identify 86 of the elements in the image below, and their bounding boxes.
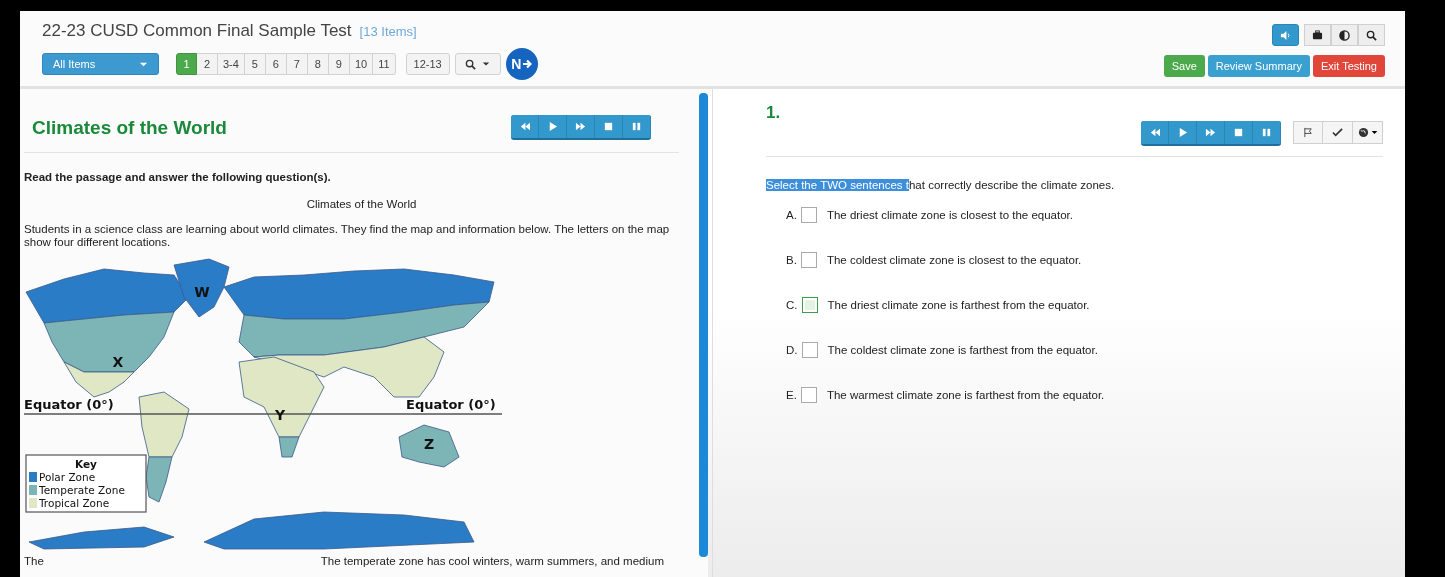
stop-button[interactable] <box>1225 121 1253 144</box>
play-icon <box>547 121 558 132</box>
option-letter: B. <box>786 254 797 266</box>
equator-label: Equator (0°) <box>24 397 114 413</box>
scrollbar-thumb[interactable] <box>699 93 708 557</box>
zoom-icon <box>1366 29 1377 41</box>
play-button[interactable] <box>1169 121 1197 144</box>
pause-button[interactable] <box>623 115 651 138</box>
page-button[interactable]: 3-4 <box>218 53 245 75</box>
test-title: 22-23 CUSD Common Final Sample Test <box>42 21 352 41</box>
globe-icon <box>1357 127 1369 138</box>
option-letter: D. <box>786 344 798 356</box>
toolbox-button[interactable] <box>1304 24 1331 46</box>
fast-forward-icon <box>575 121 586 132</box>
fast-forward-button[interactable] <box>567 115 595 138</box>
zoom-button[interactable] <box>1358 24 1385 46</box>
option-text[interactable]: The coldest climate zone is closest to the equator. <box>826 254 1082 266</box>
pause-button[interactable] <box>1253 121 1281 144</box>
contrast-icon <box>1339 29 1350 41</box>
speaker-button[interactable] <box>1272 24 1299 46</box>
checkmark-icon <box>1332 127 1343 138</box>
stop-button[interactable] <box>595 115 623 138</box>
fast-forward-button[interactable] <box>1197 121 1225 144</box>
option-checkbox[interactable] <box>800 387 817 403</box>
page-button[interactable]: 8 <box>307 53 329 75</box>
rewind-icon <box>519 121 530 132</box>
caret-icon <box>482 60 491 68</box>
speaker-icon <box>1280 29 1291 41</box>
next-button[interactable]: N <box>505 48 538 80</box>
option-checkbox[interactable] <box>800 252 817 268</box>
fast-forward-icon <box>1205 127 1216 138</box>
page-button[interactable]: 12-13 <box>405 53 450 75</box>
pause-icon <box>631 121 642 132</box>
passage-text: Students in a science class are learning about world climates. They find the map and information below. The letters on the map show four different locations. <box>24 223 671 250</box>
option-text[interactable]: The coldest climate zone is farthest from the equator. <box>827 344 1098 356</box>
language-dropdown[interactable] <box>1353 121 1383 144</box>
option-letter: E. <box>786 389 797 401</box>
rewind-button[interactable] <box>511 115 539 138</box>
page-button[interactable]: 5 <box>244 53 266 75</box>
pause-icon <box>1261 127 1272 138</box>
stop-icon <box>1233 127 1244 138</box>
option-letter: C. <box>786 299 798 311</box>
legend-label: Polar Zone <box>39 471 96 484</box>
item-count: [13 Items] <box>359 23 417 39</box>
flag-button[interactable] <box>1293 121 1323 144</box>
option-letter: A. <box>786 209 797 221</box>
option-checkbox[interactable] <box>800 207 817 223</box>
play-button[interactable] <box>539 115 567 138</box>
stop-icon <box>603 121 614 132</box>
rewind-icon <box>1149 127 1160 138</box>
instruction-text: Read the passage and answer the following question(s). <box>24 171 332 183</box>
equator-label: Equator (0°) <box>406 397 496 413</box>
passage-text: The temperate zone has cool winters, warm summers, and medium <box>320 555 664 568</box>
option-checkbox[interactable] <box>801 342 818 358</box>
location-label: Y <box>274 407 286 424</box>
location-label: X <box>112 354 124 371</box>
page-button[interactable]: 2 <box>197 53 218 75</box>
caret-icon <box>1370 129 1378 136</box>
play-icon <box>1177 127 1188 138</box>
option-text[interactable]: The warmest climate zone is farthest from the equator. <box>826 389 1105 401</box>
search-icon <box>465 58 477 70</box>
location-label: W <box>194 284 210 301</box>
option-text[interactable]: The driest climate zone is farthest from the equator. <box>827 299 1090 311</box>
question-number: 1. <box>766 103 781 123</box>
passage-heading: Climates of the World <box>305 198 418 210</box>
page-button[interactable]: 10 <box>349 53 374 75</box>
key-title: Key <box>75 458 97 471</box>
contrast-button[interactable] <box>1331 24 1358 46</box>
passage-title: Climates of the World <box>32 116 227 139</box>
page-button[interactable]: 11 <box>373 53 396 75</box>
page-button[interactable]: 7 <box>286 53 308 75</box>
mark-button[interactable] <box>1323 121 1353 144</box>
option-checkbox[interactable] <box>801 297 818 313</box>
location-label: Z <box>423 436 435 453</box>
page-button[interactable]: 9 <box>328 53 350 75</box>
passage-text: The <box>24 555 44 568</box>
legend-label: Temperate Zone <box>39 484 125 497</box>
rewind-button[interactable] <box>1141 121 1169 144</box>
flag-icon <box>1302 127 1314 138</box>
search-dropdown[interactable] <box>454 53 501 75</box>
toolbox-icon <box>1312 29 1323 41</box>
page-button[interactable]: 6 <box>265 53 287 75</box>
legend-label: Tropical Zone <box>39 497 110 510</box>
arrow-icon <box>522 59 533 69</box>
option-text[interactable]: The driest climate zone is closest to the equator. <box>826 209 1073 221</box>
exit-testing-button[interactable]: Exit Testing <box>1312 55 1385 77</box>
